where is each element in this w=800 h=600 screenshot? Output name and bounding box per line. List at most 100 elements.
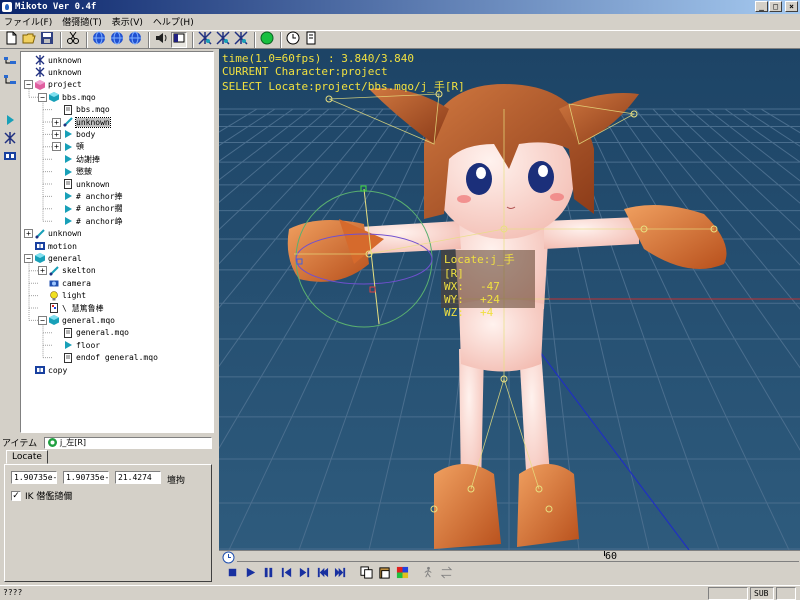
palette-button[interactable] [395, 566, 409, 581]
tree-item[interactable]: light [38, 290, 86, 302]
tree-expander[interactable]: + [24, 229, 33, 239]
bone-cyan-icon [35, 228, 45, 239]
tree-item[interactable]: floor [52, 339, 100, 351]
timeline[interactable]: 60 [219, 550, 800, 564]
tree-expand-icon[interactable] [1, 54, 19, 70]
bone-tool-icon[interactable] [1, 130, 19, 146]
bone-star-button[interactable] [197, 31, 213, 48]
item-field[interactable]: j_左[R] [44, 436, 212, 449]
tree-item[interactable]: camera [38, 277, 91, 289]
green-circle-button[interactable] [259, 31, 275, 48]
menu-help[interactable]: ヘルプ(H) [149, 15, 200, 28]
clock-button[interactable] [285, 31, 301, 48]
locate-x-field[interactable]: 1.90735e- [11, 471, 57, 484]
open-folder-button[interactable] [21, 32, 37, 48]
tree-item[interactable]: − bbs.mqo [38, 91, 96, 103]
rect-button[interactable] [171, 31, 187, 48]
step-back-button[interactable] [279, 567, 293, 581]
menu-edit[interactable]: 僣彁擿(T) [58, 15, 108, 28]
paste-button[interactable] [377, 567, 391, 581]
tree-item[interactable]: + skelton [38, 265, 96, 277]
ik-checkbox[interactable]: ✓ [11, 490, 21, 501]
pause-button[interactable] [261, 567, 275, 581]
to-end-button[interactable] [333, 567, 347, 581]
to-start-button[interactable] [315, 567, 329, 581]
speaker-button[interactable] [153, 32, 169, 48]
globe-blue-2-button[interactable] [109, 31, 125, 48]
tree-item[interactable]: + unknown [52, 116, 111, 128]
tree-item[interactable]: general.mqo [52, 327, 129, 339]
tree-collapse-icon[interactable] [1, 72, 19, 88]
tab-locate[interactable]: Locate [6, 450, 48, 464]
tree-item[interactable]: unknown [24, 66, 82, 78]
tree-item[interactable]: \ 慧篤鲁棒 [38, 302, 104, 314]
tree-expander[interactable]: + [52, 117, 61, 127]
tree-item[interactable]: motion [24, 240, 77, 252]
tree-item-label: unknown [48, 67, 82, 77]
menu-view[interactable]: 表示(V) [108, 15, 149, 28]
tree-item[interactable]: endof general.mqo [52, 352, 158, 364]
tree-item[interactable]: unknown [24, 54, 82, 66]
tree-item[interactable]: # anchor擱 [52, 203, 123, 215]
timeline-clock-icon[interactable] [222, 551, 235, 564]
tree-item[interactable]: 幼謝捧 [52, 153, 100, 165]
tree-item[interactable]: − project [24, 79, 82, 91]
arrow-select-icon[interactable] [1, 112, 19, 128]
camera-icon [49, 278, 59, 288]
ik-checkbox-label: IK 僣儖擿儞 [25, 492, 73, 502]
tree-expander[interactable]: − [24, 80, 33, 90]
tree-item-label: 幼謝捧 [76, 154, 100, 164]
toolbar [0, 30, 800, 49]
3d-viewport[interactable]: time(1.0=60fps) : 3.840/3.840 CURRENT Ch… [219, 49, 800, 550]
walk-button[interactable] [421, 566, 435, 581]
tree-item[interactable]: copy [24, 364, 67, 376]
globe-blue-3-button[interactable] [127, 31, 143, 48]
tree-expander[interactable]: + [52, 142, 61, 152]
tree-item-label: endof general.mqo [76, 353, 158, 363]
minimize-button[interactable]: _ [755, 1, 768, 12]
tree-item[interactable]: 懲皷 [52, 166, 92, 178]
tree-item[interactable]: unknown [52, 178, 110, 190]
menu-bar: ファイル(F) 僣彁擿(T) 表示(V) ヘルプ(H) [0, 14, 800, 29]
tree-item[interactable]: + body [52, 128, 95, 140]
step-forward-button[interactable] [297, 567, 311, 581]
tree-item[interactable]: # anchor捧 [52, 190, 123, 202]
menu-file[interactable]: ファイル(F) [0, 15, 58, 28]
stop-button[interactable] [225, 567, 239, 581]
page-button[interactable] [303, 31, 319, 48]
save-button[interactable] [39, 32, 55, 48]
tree-expander[interactable]: − [38, 92, 47, 102]
cut-button[interactable] [65, 31, 81, 48]
tree-item[interactable]: + 頓 [52, 141, 84, 153]
clock-icon [286, 31, 300, 48]
film-tool-icon[interactable] [1, 148, 19, 164]
play-button[interactable] [243, 567, 257, 581]
locate-y-field[interactable]: 1.90735e- [63, 471, 109, 484]
globe-blue-3-icon [128, 31, 142, 48]
film-icon [35, 241, 45, 251]
tree-item[interactable]: − general.mqo [38, 314, 115, 326]
globe-blue-button[interactable] [91, 31, 107, 48]
app-icon [2, 2, 12, 12]
tree-item[interactable]: bbs.mqo [52, 104, 110, 116]
tree-item[interactable]: − general [24, 252, 82, 264]
tree-expander[interactable]: − [38, 315, 47, 325]
tree-item[interactable]: # anchor峥 [52, 215, 123, 227]
timeline-track[interactable] [237, 553, 799, 562]
scene-tree[interactable]: unknown unknown − project − bbs.mqo bbs.mqo + un… [20, 51, 214, 433]
tree-item[interactable]: + unknown [24, 228, 82, 240]
step-back-icon [280, 566, 293, 582]
tree-expander[interactable]: − [24, 253, 33, 263]
bone-star-2-button[interactable] [215, 31, 231, 48]
globe-blue-icon [92, 31, 106, 48]
new-file-button[interactable] [3, 31, 19, 48]
tree-expander[interactable]: + [38, 266, 47, 276]
swap-button[interactable] [439, 566, 453, 581]
locate-z-field[interactable]: 21.4274 [115, 471, 161, 484]
close-button[interactable]: × [785, 1, 798, 12]
copy-button[interactable] [359, 566, 373, 581]
bone-star-3-button[interactable] [233, 31, 249, 48]
tree-expander[interactable]: + [52, 129, 61, 139]
maximize-button[interactable]: □ [769, 1, 782, 12]
tree-item-label: project [48, 80, 82, 90]
